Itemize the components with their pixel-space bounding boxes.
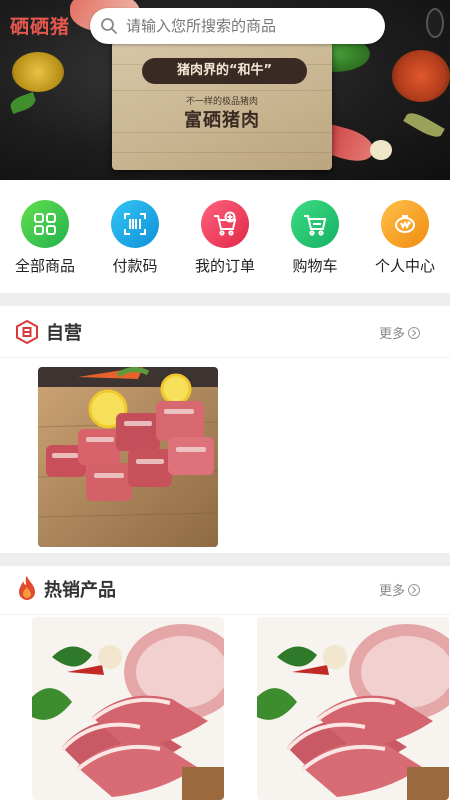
basil-leaf-decoration bbox=[8, 91, 38, 115]
promo-board: 猪肉界的“和牛” 不一样的极品猪肉 富硒猪肉 bbox=[112, 42, 332, 170]
top-banner[interactable]: 猪肉界的“和牛” 不一样的极品猪肉 富硒猪肉 硒硒猪 bbox=[0, 0, 450, 180]
nav-shopping-cart[interactable]: 购物车 bbox=[270, 200, 360, 280]
section-divider bbox=[0, 293, 450, 306]
hot-product-card-2[interactable] bbox=[257, 617, 449, 800]
chevron-right-icon bbox=[408, 583, 420, 596]
self-operated-product-card[interactable] bbox=[38, 367, 218, 547]
more-label: 更多 bbox=[378, 584, 405, 599]
barcode-icon bbox=[111, 200, 159, 248]
more-label: 更多 bbox=[378, 327, 405, 342]
nav-personal-center[interactable]: 个人中心 bbox=[360, 200, 450, 280]
self-operated-badge-icon bbox=[16, 320, 38, 344]
cart-add-icon bbox=[201, 200, 249, 248]
garlic-decoration bbox=[370, 140, 392, 160]
chevron-right-icon bbox=[408, 326, 420, 339]
hot-product-card-1[interactable] bbox=[32, 617, 224, 800]
nav-all-products[interactable]: 全部商品 bbox=[0, 200, 90, 280]
flame-icon bbox=[19, 576, 35, 600]
nav-label: 个人中心 bbox=[374, 257, 435, 275]
hot-products-more-link[interactable]: 更多 bbox=[379, 580, 420, 599]
search-icon bbox=[101, 18, 117, 34]
promo-ribbon: 猪肉界的“和牛” bbox=[142, 58, 307, 84]
search-bar[interactable] bbox=[90, 8, 385, 44]
cart-icon bbox=[291, 200, 339, 248]
pork-ribs-image bbox=[38, 367, 218, 547]
promo-title: 富硒猪肉 bbox=[184, 110, 260, 131]
hot-products-header: 热销产品 更多 bbox=[0, 563, 450, 615]
pork-slices-image bbox=[257, 617, 449, 800]
piggy-bank-icon bbox=[381, 200, 429, 248]
brand-logo: 硒硒猪 bbox=[10, 16, 71, 38]
nav-label: 全部商品 bbox=[14, 257, 75, 275]
nav-payment-code[interactable]: 付款码 bbox=[90, 200, 180, 280]
section-title: 热销产品 bbox=[44, 580, 116, 601]
search-input[interactable] bbox=[126, 17, 366, 35]
bay-leaf-decoration bbox=[403, 108, 445, 142]
spice-bowl-decoration bbox=[392, 50, 450, 102]
nav-label: 我的订单 bbox=[194, 257, 255, 275]
pepper-decoration bbox=[426, 8, 444, 38]
self-operated-header: 自营 更多 bbox=[0, 306, 450, 358]
self-operated-more-link[interactable]: 更多 bbox=[379, 323, 420, 342]
nav-label: 付款码 bbox=[112, 257, 158, 275]
quick-nav: 全部商品 付款码 我的订单 购物车 个人中心 bbox=[0, 200, 450, 280]
pork-slices-image bbox=[32, 617, 224, 800]
nav-label: 购物车 bbox=[292, 257, 338, 275]
nav-my-orders[interactable]: 我的订单 bbox=[180, 200, 270, 280]
grid-icon bbox=[21, 200, 69, 248]
oil-bowl-decoration bbox=[12, 52, 64, 92]
section-title: 自营 bbox=[46, 323, 82, 344]
